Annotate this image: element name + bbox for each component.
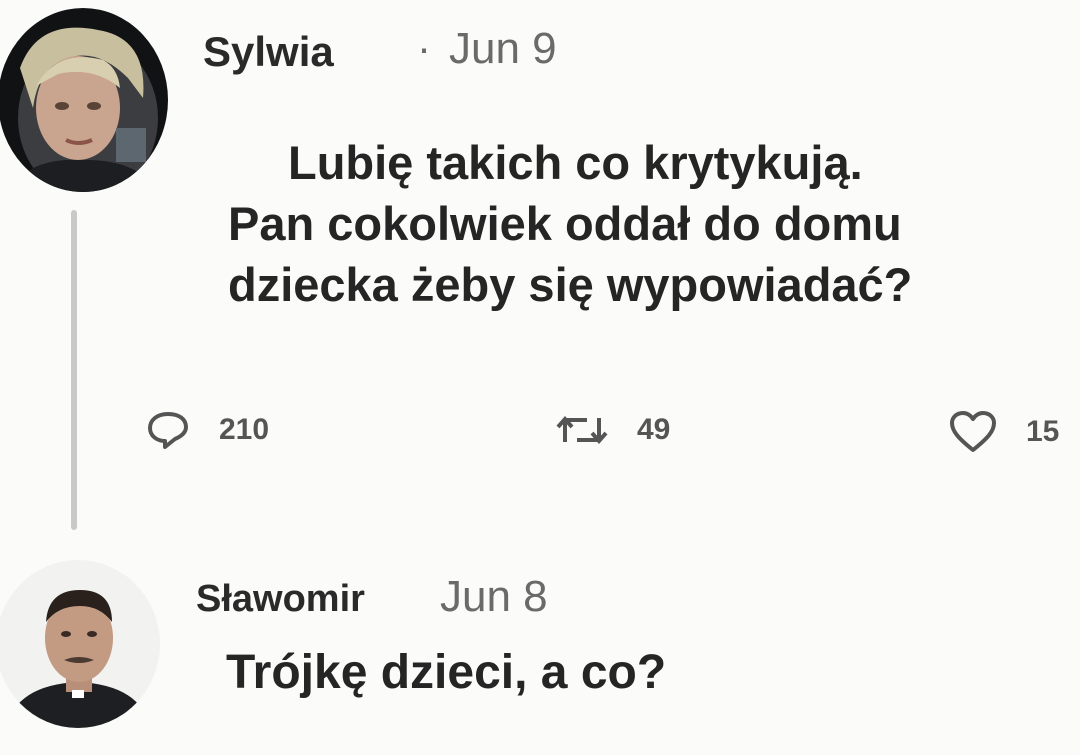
tweet-text-line: Lubię takich co krytykują.	[288, 136, 863, 189]
like-button[interactable]: 15	[948, 410, 1059, 454]
retweet-count: 49	[637, 413, 671, 446]
avatar-slawomir[interactable]	[0, 560, 160, 728]
tweet-text-line: Pan cokolwiek oddał do domu	[228, 197, 902, 250]
avatar-sylwia[interactable]	[0, 8, 168, 192]
retweet-button[interactable]: 49	[555, 412, 670, 448]
speech-bubble-icon	[148, 412, 188, 449]
avatar-slawomir-image	[0, 560, 160, 728]
reply-button[interactable]: 210	[145, 410, 269, 450]
reply-text: Trójkę dzieci, a co?	[226, 646, 667, 699]
tweet-text-line: dziecka żeby się wypowiadać?	[228, 258, 913, 311]
tweet-author-name[interactable]: Sylwia	[203, 28, 334, 76]
reply-author-name[interactable]: Sławomir	[196, 578, 365, 621]
avatar-sylwia-image	[0, 8, 168, 192]
tweet-date[interactable]: Jun 9	[449, 24, 557, 74]
heart-icon	[950, 411, 996, 452]
like-count: 15	[1026, 415, 1060, 448]
reply-count: 210	[219, 413, 270, 446]
reply-date[interactable]: Jun 8	[440, 572, 548, 622]
thread-connector-line	[71, 210, 77, 530]
tweet-text: Lubię takich co krytykują. Pan cokolwiek…	[228, 132, 1058, 315]
date-separator: ·	[417, 24, 431, 71]
retweet-icon	[556, 415, 608, 445]
